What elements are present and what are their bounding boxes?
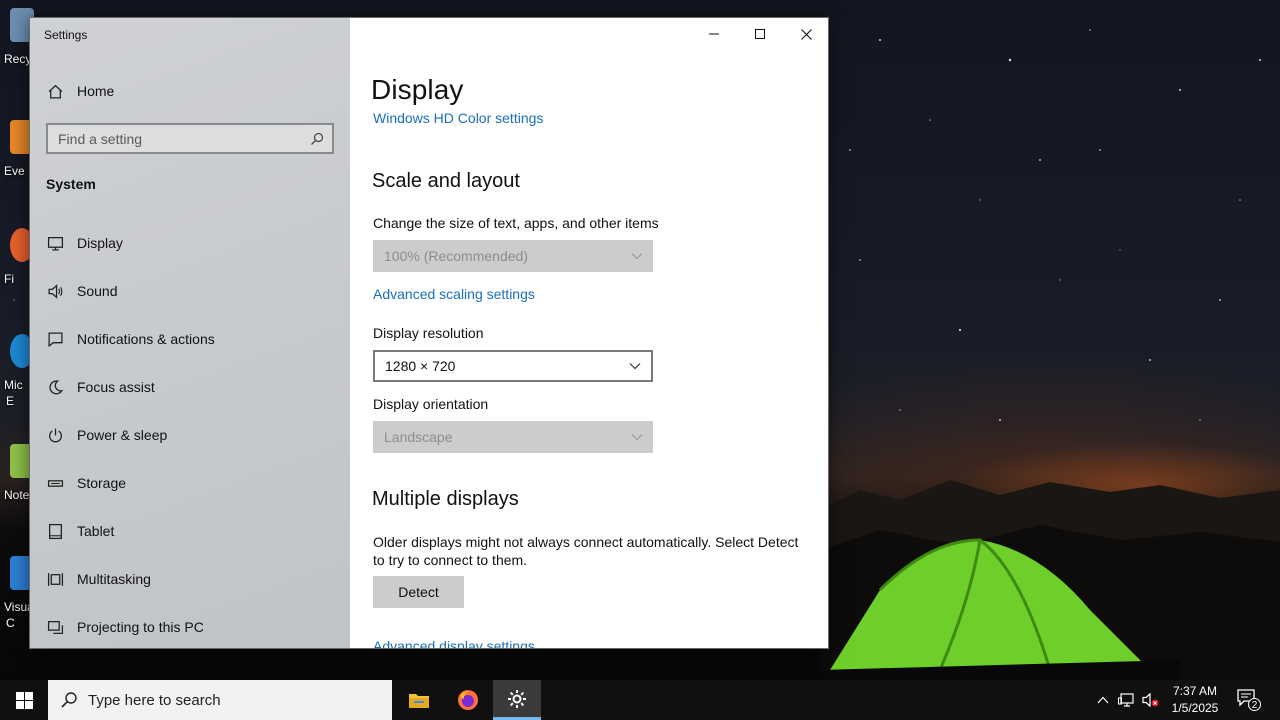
sidebar-item-label: Power & sleep [77, 427, 168, 443]
projecting-icon [46, 618, 64, 636]
sidebar-item-notifications[interactable]: Notifications & actions [30, 317, 350, 361]
sidebar-item-projecting[interactable]: Projecting to this PC [30, 605, 350, 648]
sidebar-item-power-sleep[interactable]: Power & sleep [30, 413, 350, 457]
close-button[interactable] [783, 18, 828, 50]
sidebar-item-sound[interactable]: Sound [30, 269, 350, 313]
multiple-displays-description-line1: Older displays might not always connect … [373, 534, 799, 550]
orientation-dropdown[interactable]: Landscape [373, 421, 653, 453]
sidebar-item-label: Home [77, 83, 115, 99]
windows-logo-icon [15, 691, 33, 709]
clock-date: 1/5/2025 [1171, 701, 1219, 715]
settings-window: Settings Home Find a setting System Disp… [29, 17, 829, 649]
settings-gear-icon [508, 689, 526, 708]
taskbar-clock[interactable]: 7:37 AM 1/5/2025 [1166, 683, 1224, 717]
scale-description: Change the size of text, apps, and other… [373, 215, 659, 231]
sidebar-section-label: System [46, 176, 96, 192]
tent-illustration [820, 538, 1180, 680]
search-icon [310, 132, 324, 146]
chevron-down-icon [631, 434, 643, 441]
desktop-icon-label: Fi [4, 272, 14, 286]
multiple-displays-heading: Multiple displays [372, 488, 519, 510]
power-icon [46, 426, 64, 444]
minimize-button[interactable] [691, 18, 737, 50]
settings-content-pane: Display Windows HD Color settings Scale … [350, 18, 828, 648]
multiple-displays-description-line2: to try to connect to them. [373, 552, 528, 568]
desktop-icon-label: Eve [4, 164, 25, 178]
orientation-dropdown-value: Landscape [384, 429, 453, 445]
sidebar-item-label: Focus assist [77, 379, 155, 395]
message-icon [46, 330, 64, 348]
desktop-icon-label: C [6, 616, 15, 630]
tablet-icon [46, 522, 64, 540]
action-center-button[interactable]: 2 [1236, 688, 1262, 712]
desktop-icon-label: Note [4, 488, 30, 502]
chevron-down-icon [631, 253, 643, 260]
window-title: Settings [44, 28, 88, 42]
search-placeholder: Find a setting [58, 130, 143, 147]
settings-sidebar: Settings Home Find a setting System Disp… [30, 18, 350, 648]
start-button[interactable] [0, 680, 48, 720]
moon-icon [46, 378, 64, 396]
scale-dropdown-value: 100% (Recommended) [384, 248, 528, 264]
taskbar-search-placeholder: Type here to search [88, 691, 221, 709]
hd-color-settings-link[interactable]: Windows HD Color settings [373, 110, 543, 126]
scale-dropdown[interactable]: 100% (Recommended) [373, 240, 653, 272]
taskbar: Type here to search 7:37 AM 1/5/2025 2 [0, 680, 1280, 720]
sidebar-item-label: Sound [77, 283, 118, 299]
orientation-label: Display orientation [373, 396, 489, 412]
desktop-icon-label: Recy [4, 52, 32, 66]
sidebar-item-focus-assist[interactable]: Focus assist [30, 365, 350, 409]
sidebar-item-label: Multitasking [77, 571, 151, 587]
sidebar-item-storage[interactable]: Storage [30, 461, 350, 505]
chevron-up-icon [1097, 696, 1109, 704]
taskbar-search-box[interactable]: Type here to search [48, 680, 392, 720]
sidebar-item-label: Storage [77, 475, 127, 491]
sidebar-item-home[interactable]: Home [30, 69, 350, 113]
sidebar-item-label: Notifications & actions [77, 331, 215, 347]
firefox-icon [458, 690, 478, 710]
sidebar-item-label: Tablet [77, 523, 115, 539]
notification-count-badge: 2 [1248, 698, 1261, 711]
search-icon [60, 691, 78, 709]
chevron-down-icon [629, 363, 641, 370]
taskbar-firefox[interactable] [444, 680, 492, 720]
sidebar-item-multitasking[interactable]: Multitasking [30, 557, 350, 601]
multitasking-icon [46, 570, 64, 588]
storage-icon [46, 474, 64, 492]
monitor-icon [46, 234, 64, 252]
resolution-label: Display resolution [373, 325, 484, 341]
file-explorer-icon [409, 694, 429, 708]
scale-layout-heading: Scale and layout [372, 170, 520, 192]
speaker-icon [46, 282, 64, 300]
home-icon [46, 82, 64, 100]
close-icon [800, 28, 812, 40]
show-hidden-icons-button[interactable] [1093, 690, 1113, 710]
sidebar-item-label: Projecting to this PC [77, 619, 204, 635]
desktop-icon-label: E [6, 394, 15, 408]
detect-button[interactable]: Detect [373, 576, 464, 608]
sidebar-item-label: Display [77, 235, 123, 251]
advanced-display-settings-link[interactable]: Advanced display settings [373, 638, 535, 648]
minimize-icon [709, 33, 719, 35]
desktop-icon-label: Mic [4, 378, 23, 392]
network-icon [1118, 693, 1134, 707]
resolution-dropdown[interactable]: 1280 × 720 [373, 350, 653, 382]
maximize-icon [755, 29, 765, 39]
volume-muted-icon [1142, 692, 1159, 708]
resolution-dropdown-value: 1280 × 720 [385, 358, 456, 374]
taskbar-file-explorer[interactable] [395, 680, 443, 720]
maximize-button[interactable] [737, 18, 783, 50]
sidebar-item-tablet[interactable]: Tablet [30, 509, 350, 553]
taskbar-settings[interactable] [493, 680, 541, 720]
sidebar-item-display[interactable]: Display [30, 221, 350, 265]
clock-time: 7:37 AM [1172, 684, 1218, 698]
settings-search-input[interactable]: Find a setting [46, 123, 334, 154]
volume-tray-button[interactable] [1141, 690, 1161, 710]
advanced-scaling-link[interactable]: Advanced scaling settings [373, 286, 535, 302]
page-title: Display [371, 74, 464, 105]
network-tray-button[interactable] [1117, 690, 1137, 710]
